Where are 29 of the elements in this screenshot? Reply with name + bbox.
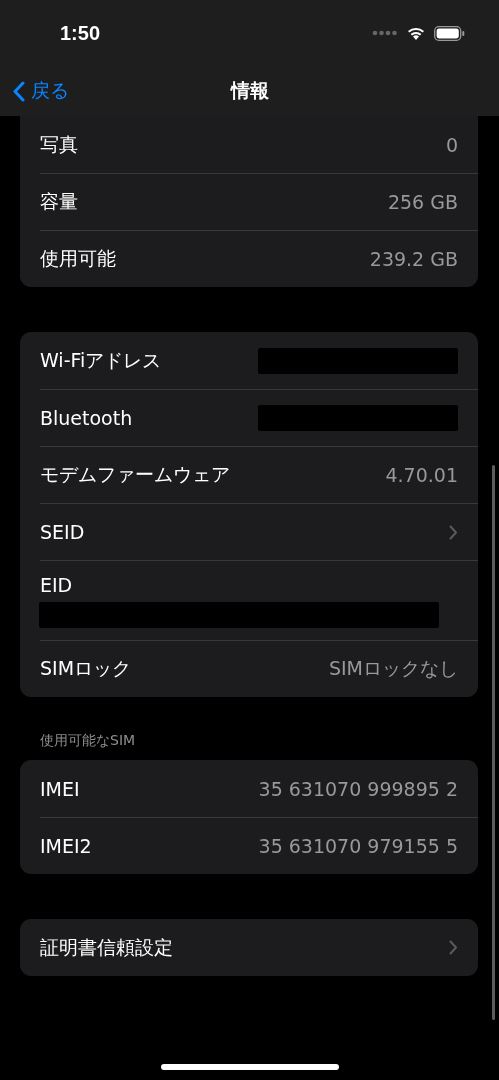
row-label: 容量 <box>40 189 78 214</box>
status-time: 1:50 <box>60 21 101 45</box>
row-value: 0 <box>445 133 458 156</box>
chevron-left-icon <box>12 80 25 102</box>
row-label: 証明書信頼設定 <box>40 934 173 960</box>
row-label: Wi-Fiアドレス <box>40 347 162 373</box>
row-label: 写真 <box>40 131 78 157</box>
chevron-right-icon <box>449 940 458 955</box>
row-value: 256 GB <box>387 191 458 213</box>
row-label: EID <box>40 573 73 596</box>
battery-icon <box>434 25 465 41</box>
nav-title: 情報 <box>230 78 269 103</box>
row-label: IMEI2 <box>40 835 92 857</box>
row-label: モデムファームウェア <box>40 462 230 487</box>
row-value: 35 631070 999895 2 <box>258 777 458 800</box>
row-label: Bluetooth <box>40 407 133 429</box>
row-value: 239.2 GB <box>369 248 458 270</box>
row-label: IMEI <box>40 777 80 800</box>
row-label: SEID <box>40 521 85 543</box>
wifi-icon <box>406 25 426 41</box>
signal-icon <box>372 30 398 36</box>
row-label: SIMロック <box>40 656 132 681</box>
section-header: 使用可能なSIM <box>39 732 137 750</box>
row-value: 4.70.01 <box>385 464 458 486</box>
back-button[interactable]: 戻る <box>12 78 69 104</box>
row-label: 使用可能 <box>40 246 116 271</box>
chevron-right-icon <box>449 524 458 540</box>
row-value: SIMロックなし <box>328 656 458 681</box>
row-value: 35 631070 979155 5 <box>258 835 458 857</box>
